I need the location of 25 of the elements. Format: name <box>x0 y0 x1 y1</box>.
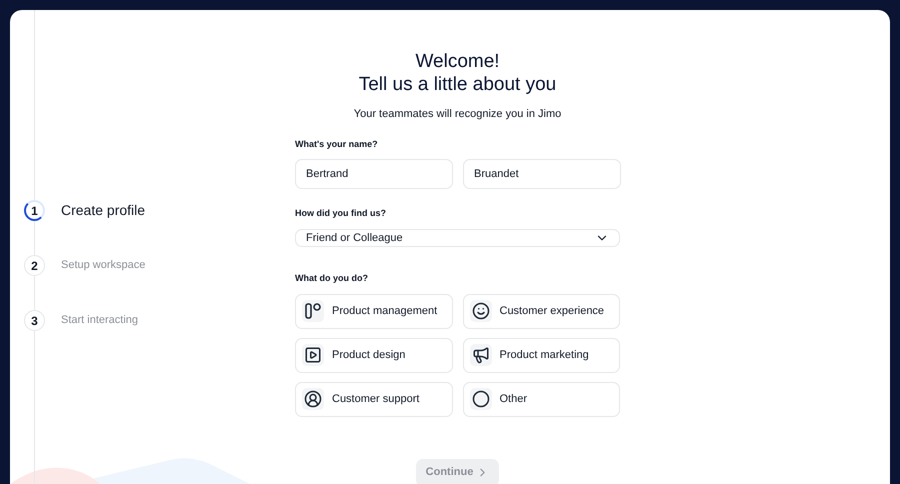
role-option[interactable]: Other <box>462 382 620 416</box>
role-label: What do you do? <box>295 272 369 285</box>
role-option[interactable]: Product design <box>295 338 452 372</box>
heading-line: Welcome! <box>415 50 500 73</box>
role-option[interactable]: Product marketing <box>462 338 620 372</box>
role-option[interactable]: Customer support <box>295 382 452 416</box>
first-name-field[interactable]: Bertrand <box>295 159 453 189</box>
step-number: 2 <box>24 255 45 276</box>
bars-icon <box>304 302 322 320</box>
step-label[interactable]: Create profile <box>61 200 146 221</box>
source-dropdown[interactable]: Friend or Colleague <box>295 228 620 247</box>
user-icon <box>304 390 322 408</box>
role-option[interactable]: Product management <box>295 294 452 328</box>
circle-icon <box>472 390 490 408</box>
name-label: What's your name? <box>295 138 379 151</box>
step-number: 1 <box>24 200 45 221</box>
last-name-field[interactable]: Bruandet <box>463 159 621 189</box>
source-label: How did you find us? <box>295 207 387 220</box>
role-option[interactable]: Customer experience <box>462 294 620 328</box>
smiley-icon <box>472 302 490 320</box>
play-square-icon <box>304 346 322 364</box>
subtitle: Your teammates will recognize you in Jimo <box>354 107 562 122</box>
megaphone-icon <box>472 346 490 364</box>
heading-line: Tell us a little about you <box>358 73 556 96</box>
step-number: 3 <box>24 310 45 331</box>
